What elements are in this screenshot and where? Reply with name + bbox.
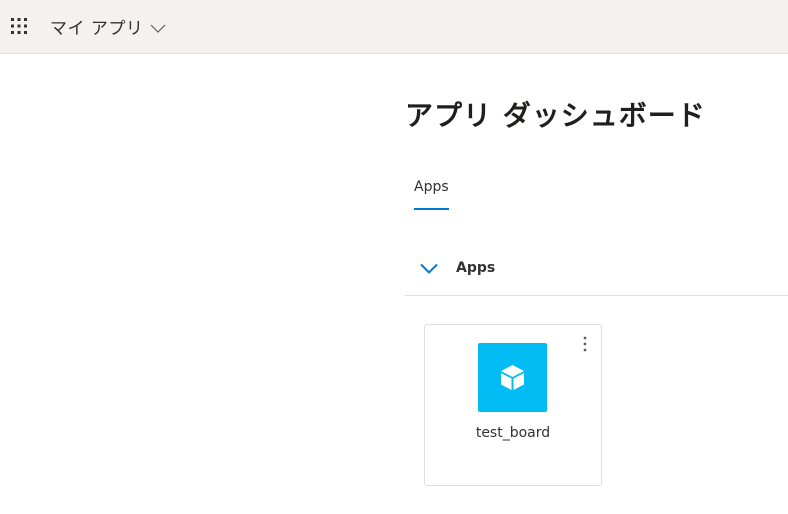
page-title: アプリ ダッシュボード — [405, 99, 706, 132]
app-icon — [478, 343, 547, 412]
cube-icon — [501, 365, 524, 390]
waffle-grid-icon — [11, 18, 27, 34]
my-apps-menu[interactable]: マイ アプリ — [50, 13, 166, 39]
app-tile-test-board[interactable]: test_board — [424, 324, 602, 486]
tab-selected-indicator — [414, 208, 449, 210]
section-divider — [405, 295, 788, 296]
app-name: test_board — [475, 425, 551, 441]
my-apps-title: マイ アプリ — [50, 18, 144, 39]
chevron-down-icon — [150, 24, 166, 33]
more-vertical-icon — [583, 336, 587, 352]
chevron-down-icon — [420, 263, 438, 274]
app-more-options-button[interactable] — [577, 333, 593, 355]
apps-section-header[interactable]: Apps — [420, 253, 495, 283]
top-bar: マイ アプリ — [0, 0, 788, 54]
apps-section-label: Apps — [456, 260, 496, 276]
tab-apps-label: Apps — [414, 179, 449, 195]
tab-apps[interactable]: Apps — [414, 176, 449, 210]
app-launcher-button[interactable] — [0, 0, 38, 54]
